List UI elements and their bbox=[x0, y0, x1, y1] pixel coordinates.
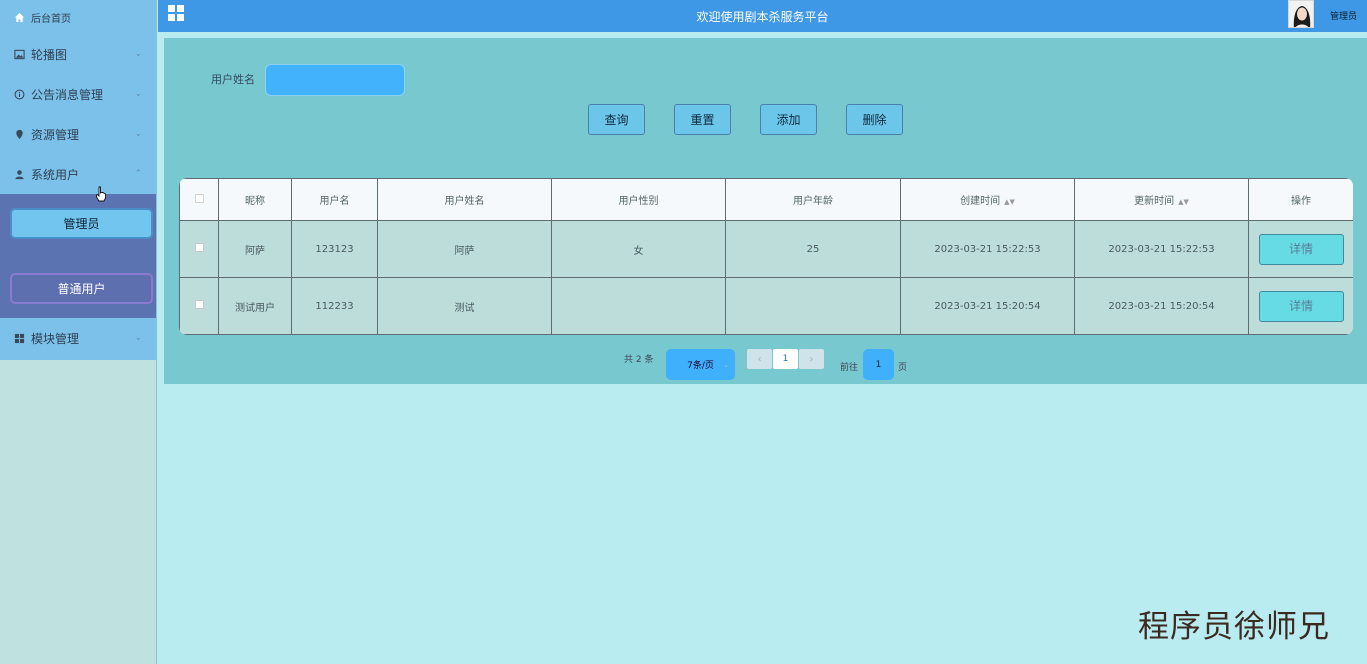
cell-gender: 女 bbox=[551, 220, 726, 278]
grid-icon bbox=[12, 331, 26, 345]
cell-username: 123123 bbox=[291, 220, 378, 278]
column-header: 用户姓名 bbox=[377, 178, 552, 221]
column-header-sortable[interactable]: 创建时间 ▲▼ bbox=[900, 178, 1075, 221]
info-circle-icon bbox=[12, 87, 26, 101]
sidebar-item-notice[interactable]: 公告消息管理 ⌄ bbox=[0, 74, 156, 114]
select-all-checkbox[interactable] bbox=[179, 178, 219, 221]
cell-created: 2023-03-21 15:20:54 bbox=[900, 277, 1075, 335]
delete-button[interactable]: 删除 bbox=[846, 104, 903, 135]
sidebar-item-system-users[interactable]: 系统用户 ⌃ bbox=[0, 154, 156, 194]
page-size-select[interactable]: 7条/页 ⌄ bbox=[666, 349, 735, 380]
reset-button[interactable]: 重置 bbox=[674, 104, 731, 135]
chevron-down-icon: ⌄ bbox=[134, 333, 142, 343]
sidebar-item-label: 后台首页 bbox=[31, 13, 71, 25]
table-header-row: 昵称 用户名 用户姓名 用户性别 用户年龄 创建时间 ▲▼ 更新时间 ▲▼ 操作 bbox=[179, 178, 1353, 221]
hand-pointer-icon bbox=[96, 186, 106, 202]
search-label: 用户姓名 bbox=[211, 73, 255, 86]
menu-toggle-icon[interactable] bbox=[168, 5, 184, 21]
sidebar-item-label: 公告消息管理 bbox=[31, 87, 104, 102]
column-header: 操作 bbox=[1248, 178, 1353, 221]
cell-realname: 测试 bbox=[377, 277, 552, 335]
page-title: 欢迎使用剧本杀服务平台 bbox=[696, 9, 829, 24]
cell-created: 2023-03-21 15:22:53 bbox=[900, 220, 1075, 278]
page-size-value: 7条/页 bbox=[687, 361, 714, 371]
table-row: 测试用户 112233 测试 2023-03-21 15:20:54 2023-… bbox=[179, 277, 1353, 335]
sidebar: 后台首页 轮播图 ⌄ 公告消息管理 ⌄ 资源管理 ⌄ 系统用户 ⌃ 管理员 普通… bbox=[0, 0, 157, 664]
sidebar-item-label: 系统用户 bbox=[31, 167, 80, 182]
main-panel: 用户姓名 查询 重置 添加 删除 昵称 用户名 用户姓名 用户性别 用户年龄 创… bbox=[164, 38, 1367, 384]
detail-button[interactable]: 详情 bbox=[1258, 233, 1344, 265]
goto-label: 前往 bbox=[840, 363, 859, 373]
cell-username: 112233 bbox=[291, 277, 378, 335]
submenu-item-admin[interactable]: 管理员 bbox=[10, 208, 153, 239]
next-page-button[interactable]: › bbox=[799, 349, 824, 369]
submenu-item-normal-users[interactable]: 普通用户 bbox=[10, 273, 153, 304]
goto-unit-label: 页 bbox=[898, 363, 908, 373]
sidebar-menu: 后台首页 轮播图 ⌄ 公告消息管理 ⌄ 资源管理 ⌄ 系统用户 ⌃ 管理员 普通… bbox=[0, 0, 156, 360]
prev-page-button[interactable]: ‹ bbox=[747, 349, 772, 369]
table-row: 阿萨 123123 阿萨 女 25 2023-03-21 15:22:53 20… bbox=[179, 220, 1353, 278]
map-pin-icon bbox=[12, 127, 26, 141]
watermark-text: 程序员徐师兄 bbox=[1138, 609, 1330, 645]
user-icon bbox=[12, 167, 26, 181]
sidebar-item-label: 轮播图 bbox=[31, 47, 68, 62]
cell-updated: 2023-03-21 15:22:53 bbox=[1074, 220, 1249, 278]
column-header: 用户年龄 bbox=[725, 178, 901, 221]
sidebar-item-label: 模块管理 bbox=[31, 331, 80, 346]
sidebar-item-label: 资源管理 bbox=[31, 127, 80, 142]
chevron-down-icon: ⌄ bbox=[134, 89, 142, 99]
cell-nickname: 测试用户 bbox=[218, 277, 292, 335]
add-button[interactable]: 添加 bbox=[760, 104, 817, 135]
chevron-down-icon: ⌄ bbox=[134, 49, 142, 59]
column-header: 昵称 bbox=[218, 178, 292, 221]
query-button[interactable]: 查询 bbox=[588, 104, 645, 135]
chevron-down-icon: ⌄ bbox=[723, 361, 729, 369]
chevron-down-icon: ⌄ bbox=[134, 129, 142, 139]
cell-updated: 2023-03-21 15:20:54 bbox=[1074, 277, 1249, 335]
top-bar: 欢迎使用剧本杀服务平台 管理员 bbox=[158, 0, 1367, 32]
goto-page-input[interactable]: 1 bbox=[863, 349, 894, 380]
column-header-label: 更新时间 bbox=[1134, 196, 1175, 207]
cell-age bbox=[725, 277, 901, 335]
sidebar-item-carousel[interactable]: 轮播图 ⌄ bbox=[0, 34, 156, 74]
cell-nickname: 阿萨 bbox=[218, 220, 292, 278]
page-number-current[interactable]: 1 bbox=[773, 349, 798, 369]
chevron-up-icon: ⌃ bbox=[134, 169, 142, 179]
row-checkbox[interactable] bbox=[179, 220, 219, 278]
username-label[interactable]: 管理员 bbox=[1330, 9, 1357, 22]
sidebar-item-modules[interactable]: 模块管理 ⌄ bbox=[0, 318, 156, 358]
avatar[interactable] bbox=[1288, 0, 1314, 28]
cell-action: 详情 bbox=[1248, 277, 1353, 335]
user-table: 昵称 用户名 用户姓名 用户性别 用户年龄 创建时间 ▲▼ 更新时间 ▲▼ 操作 阿… bbox=[179, 178, 1353, 335]
column-header-label: 创建时间 bbox=[960, 196, 1001, 207]
pagination-total: 共 2 条 bbox=[624, 355, 654, 365]
cell-gender bbox=[551, 277, 726, 335]
sidebar-item-home[interactable]: 后台首页 bbox=[0, 0, 156, 34]
sidebar-item-resources[interactable]: 资源管理 ⌄ bbox=[0, 114, 156, 154]
column-header: 用户性别 bbox=[551, 178, 726, 221]
column-header: 用户名 bbox=[291, 178, 378, 221]
row-checkbox[interactable] bbox=[179, 277, 219, 335]
search-input[interactable] bbox=[265, 64, 405, 96]
sort-icon[interactable]: ▲▼ bbox=[1004, 198, 1015, 206]
detail-button[interactable]: 详情 bbox=[1258, 290, 1344, 322]
submenu-system-users: 管理员 普通用户 bbox=[0, 194, 156, 318]
column-header-sortable[interactable]: 更新时间 ▲▼ bbox=[1074, 178, 1249, 221]
home-icon bbox=[12, 10, 26, 24]
cell-action: 详情 bbox=[1248, 220, 1353, 278]
image-icon bbox=[12, 47, 26, 61]
sort-icon[interactable]: ▲▼ bbox=[1178, 198, 1189, 206]
cell-realname: 阿萨 bbox=[377, 220, 552, 278]
cell-age: 25 bbox=[725, 220, 901, 278]
